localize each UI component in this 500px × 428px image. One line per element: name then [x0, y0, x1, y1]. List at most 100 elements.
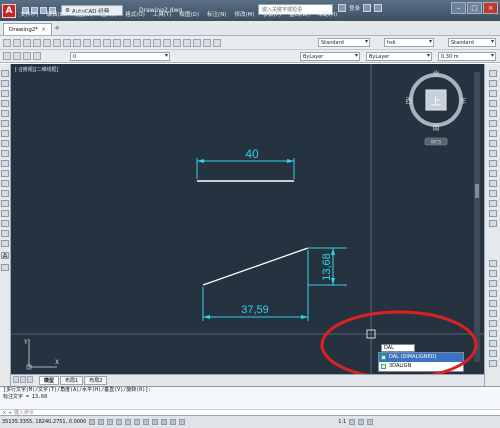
rectangle-icon[interactable] [1, 110, 9, 117]
menu-item-0[interactable]: 文件(F) [20, 10, 38, 18]
drawing-canvas[interactable]: [-][俯视][二维线框] 40 13,68 37,59 上 北 南 东 西 W… [11, 64, 484, 374]
save-icon[interactable] [23, 38, 31, 47]
mirror-icon[interactable] [489, 90, 497, 97]
design-center-icon[interactable] [163, 38, 171, 47]
otrack-icon[interactable] [134, 419, 141, 425]
dyn-icon[interactable] [152, 419, 159, 425]
menu-item-6[interactable]: 绘图(D) [180, 10, 200, 18]
tab-model[interactable]: 模型 [39, 376, 60, 385]
properties-icon[interactable] [153, 38, 161, 47]
compass-north[interactable]: 北 [433, 70, 440, 78]
menu-item-11[interactable]: 帮助(H) [318, 10, 337, 18]
match-icon[interactable] [83, 38, 91, 47]
table-icon[interactable] [1, 240, 9, 247]
close-icon[interactable]: × [41, 26, 46, 33]
layer-select[interactable]: 0 [70, 52, 170, 61]
rotate-icon[interactable] [489, 130, 497, 137]
dim-text-top[interactable]: 40 [245, 147, 259, 161]
arc-icon[interactable] [1, 120, 9, 127]
make-block-icon[interactable] [1, 190, 9, 197]
undo-icon[interactable] [93, 38, 101, 47]
close-button[interactable]: × [483, 2, 498, 14]
redo-icon[interactable] [103, 38, 111, 47]
dim-angular-icon[interactable] [489, 320, 497, 327]
markup-icon[interactable] [193, 38, 201, 47]
help-icon[interactable] [213, 38, 221, 47]
baseline-icon[interactable] [489, 340, 497, 347]
zoom-icon[interactable] [123, 38, 131, 47]
cut-icon[interactable] [53, 38, 61, 47]
calculator-icon[interactable] [203, 38, 211, 47]
workspace-icon[interactable] [349, 419, 356, 425]
dim-aligned-icon[interactable] [489, 270, 497, 277]
vertical-scrollbar[interactable] [474, 72, 480, 362]
dim-ordinate-icon[interactable] [489, 290, 497, 297]
tolerance-icon[interactable] [489, 360, 497, 367]
tab-layout1[interactable]: 布局1 [60, 376, 84, 385]
dim-diameter-icon[interactable] [489, 310, 497, 317]
zoom-window-icon[interactable] [133, 38, 141, 47]
osnap-icon[interactable] [125, 419, 132, 425]
erase-icon[interactable] [489, 70, 497, 77]
tab-layout2[interactable]: 布局2 [84, 376, 108, 385]
dim-radius-icon[interactable] [489, 300, 497, 307]
scale-icon[interactable] [489, 140, 497, 147]
explode-icon[interactable] [489, 220, 497, 227]
menu-item-2[interactable]: 视图(V) [73, 10, 92, 18]
minimize-button[interactable]: – [451, 2, 466, 14]
pan-icon[interactable] [113, 38, 121, 47]
vertical-scroll-thumb[interactable] [475, 184, 479, 198]
ortho-icon[interactable] [107, 419, 114, 425]
zoom-previous-icon[interactable] [143, 38, 151, 47]
compass-west[interactable]: 西 [406, 97, 413, 105]
polyline-icon[interactable] [1, 90, 9, 97]
menu-item-4[interactable]: 格式(O) [125, 10, 145, 18]
menu-item-7[interactable]: 标注(N) [207, 10, 226, 18]
fullscreen-icon[interactable] [367, 419, 374, 425]
ellipse-icon[interactable] [1, 160, 9, 167]
grid-icon[interactable] [98, 419, 105, 425]
layer-manager-icon[interactable] [3, 52, 11, 60]
print-icon[interactable] [33, 38, 41, 47]
join-icon[interactable] [489, 190, 497, 197]
color-select[interactable]: ByLayer [300, 52, 360, 61]
copy-object-icon[interactable] [489, 80, 497, 87]
preview-icon[interactable] [43, 38, 51, 47]
chamfer-icon[interactable] [489, 200, 497, 207]
dim-style-select[interactable]: hsk [384, 38, 434, 47]
suggestion-3dalign[interactable]: 3DALIGN [379, 362, 463, 371]
menu-item-10[interactable]: 窗口(W) [289, 10, 310, 18]
coordinates-readout[interactable]: 35135.3355, 18240.2751, 0.0000 [2, 419, 86, 425]
autocad-logo-icon[interactable]: A [2, 3, 16, 18]
suggestion-dimaligned[interactable]: DAL (DIMALIGNED) [379, 353, 463, 362]
ellipse-arc-icon[interactable] [1, 170, 9, 177]
first-layout-icon[interactable] [13, 376, 19, 383]
paste-icon[interactable] [73, 38, 81, 47]
offset-icon[interactable] [489, 100, 497, 107]
construction-line-icon[interactable] [1, 80, 9, 87]
next-layout-icon[interactable] [27, 376, 33, 383]
insert-block-icon[interactable] [1, 180, 9, 187]
stretch-icon[interactable] [489, 150, 497, 157]
menu-item-5[interactable]: 工具(T) [153, 10, 172, 18]
tool-palette-icon[interactable] [173, 38, 181, 47]
menu-item-9[interactable]: 参数(P) [263, 10, 282, 18]
polygon-icon[interactable] [1, 100, 9, 107]
snap-icon[interactable] [89, 419, 96, 425]
new-icon[interactable] [3, 38, 11, 47]
maximize-button[interactable]: □ [467, 2, 482, 14]
break-icon[interactable] [489, 180, 497, 187]
table-style-select[interactable]: Standard [448, 38, 496, 47]
revision-cloud-icon[interactable] [1, 140, 9, 147]
help-icon[interactable] [374, 4, 383, 12]
open-icon[interactable] [13, 38, 21, 47]
line-icon[interactable] [1, 70, 9, 77]
dim-text-bottom[interactable]: 37,59 [241, 304, 269, 316]
lock-icon[interactable] [358, 419, 365, 425]
hatch-icon[interactable] [1, 210, 9, 217]
add-selected-icon[interactable] [1, 264, 9, 271]
menu-item-8[interactable]: 修改(M) [234, 10, 254, 18]
extend-icon[interactable] [489, 170, 497, 177]
exchange-icon[interactable] [363, 4, 372, 12]
trim-icon[interactable] [489, 160, 497, 167]
